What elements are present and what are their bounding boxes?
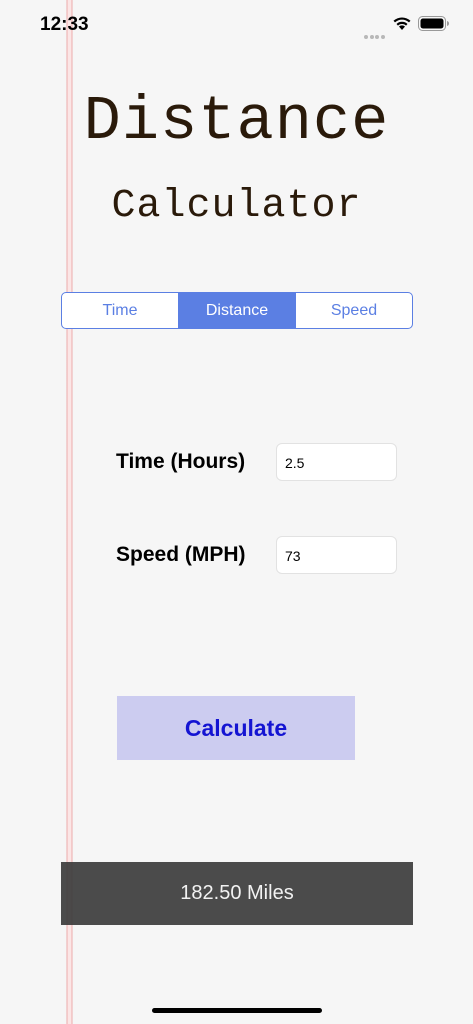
speed-label: Speed (MPH): [116, 543, 246, 566]
segment-speed[interactable]: Speed: [296, 293, 412, 328]
home-indicator[interactable]: [152, 1008, 322, 1013]
page-title: Distance: [83, 86, 390, 157]
status-time: 12:33: [40, 14, 89, 35]
segment-distance[interactable]: Distance: [179, 293, 296, 328]
wifi-icon: [393, 17, 411, 30]
time-label: Time (Hours): [116, 450, 246, 473]
calculate-button[interactable]: Calculate: [117, 696, 355, 760]
result-display: 182.50 Miles: [61, 862, 413, 925]
segment-time[interactable]: Time: [62, 293, 179, 328]
mode-segmented-control: Time Distance Speed: [61, 292, 413, 329]
battery-icon: [418, 16, 449, 31]
cellular-dots-icon: [364, 26, 386, 39]
status-bar: 12:33: [0, 0, 473, 50]
time-input[interactable]: 2.5: [276, 443, 397, 481]
page-subtitle: Calculator: [111, 184, 362, 229]
speed-input[interactable]: 73: [276, 536, 397, 574]
